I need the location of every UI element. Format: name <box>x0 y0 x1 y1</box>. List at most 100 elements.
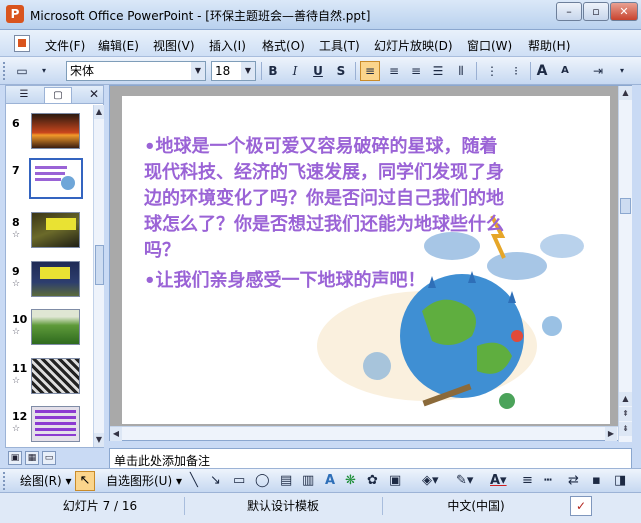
chevron-down-icon[interactable]: ▼ <box>241 62 255 80</box>
menu-view[interactable]: 视图(V) <box>153 37 195 54</box>
arrow-style-icon[interactable]: ⇄ <box>568 474 579 488</box>
minimize-button[interactable]: – <box>556 2 582 21</box>
animation-star-icon: ☆ <box>12 327 21 337</box>
underline-button[interactable]: U <box>308 61 328 81</box>
scroll-down-icon[interactable]: ▼ <box>94 433 104 447</box>
shadow-button[interactable]: S <box>331 61 351 81</box>
align-right-icon[interactable]: ≡ <box>406 61 426 81</box>
arrow-icon[interactable]: ↘ <box>210 474 221 488</box>
fill-color-icon[interactable]: ◈▾ <box>422 474 439 488</box>
window-title: Microsoft Office PowerPoint - [环保主题班会—善待… <box>30 9 371 23</box>
slide-editing-area: •地球是一个极可爱又容易破碎的星球，随着现代科技、经济的飞速发展，同学们发现了身… <box>109 85 632 441</box>
slide-thumbnail-8[interactable]: 8 ☆ <box>6 212 90 260</box>
normal-view-icon[interactable]: ▣ <box>8 451 22 465</box>
next-slide-icon[interactable]: ⇟ <box>619 422 632 436</box>
3d-style-icon[interactable]: ◨ <box>614 474 626 488</box>
menu-insert[interactable]: 插入(I) <box>209 37 246 54</box>
toolbar-grip[interactable] <box>3 472 6 490</box>
select-objects-icon[interactable]: ↖ <box>75 471 95 491</box>
spelling-check-icon[interactable]: ✓ <box>570 496 592 516</box>
align-left-icon[interactable]: ≡ <box>360 61 380 81</box>
document-icon[interactable] <box>14 35 30 52</box>
notes-pane[interactable]: 单击此处添加备注 <box>109 448 632 468</box>
font-size-select[interactable]: 18 ▼ <box>211 61 256 81</box>
textbox-icon[interactable]: ▤ <box>280 474 292 488</box>
column-icon[interactable]: ⫴ <box>451 61 471 81</box>
menu-edit[interactable]: 编辑(E) <box>98 37 139 54</box>
slides-pane-scrollbar[interactable]: ▲ ▼ <box>93 105 104 447</box>
scroll-up-icon[interactable]: ▲ <box>94 105 104 119</box>
slideshow-view-icon[interactable]: ▭ <box>42 451 56 465</box>
menu-tools[interactable]: 工具(T) <box>319 37 360 54</box>
menu-slideshow[interactable]: 幻灯片放映(D) <box>374 37 453 54</box>
new-document-icon[interactable]: ▭ <box>12 61 32 81</box>
font-name-select[interactable]: 宋体 ▼ <box>66 61 206 81</box>
draw-menu-button[interactable]: 绘图(R) ▾ <box>20 473 72 490</box>
toolbar-options-icon[interactable]: ▾ <box>612 61 632 81</box>
slide-thumbnail-6[interactable]: 6 <box>6 113 90 161</box>
scroll-thumb[interactable] <box>95 245 104 285</box>
scroll-thumb[interactable] <box>620 198 631 214</box>
scroll-up-icon[interactable]: ▲ <box>619 392 632 406</box>
status-bar: 幻灯片 7 / 16 默认设计模板 中文(中国) ✓ <box>0 492 641 523</box>
separator <box>355 62 356 80</box>
slide-body-text[interactable]: •地球是一个极可爱又容易破碎的星球，随着现代科技、经济的飞速发展，同学们发现了身… <box>144 134 504 294</box>
toolbar-grip[interactable] <box>3 62 6 80</box>
close-button[interactable]: ✕ <box>610 2 638 21</box>
font-color-icon[interactable]: A▾ <box>490 474 507 488</box>
toolbar-options-icon[interactable]: ▾ <box>34 61 54 81</box>
slide-thumbnail-9[interactable]: 9 ☆ <box>6 261 90 309</box>
line-color-icon[interactable]: ✎▾ <box>456 474 473 488</box>
pane-tabs: ☰ ▢ ✕ <box>6 86 103 104</box>
distributed-icon[interactable]: ☰ <box>428 61 448 81</box>
draw-label: 绘图(R) <box>20 474 62 488</box>
oval-icon[interactable]: ◯ <box>255 474 270 488</box>
bold-button[interactable]: B <box>263 61 283 81</box>
wordart-icon[interactable]: A <box>325 474 335 488</box>
diagram-icon[interactable]: ❋ <box>345 474 356 488</box>
slide-thumbnail-7[interactable]: 7 <box>6 158 90 208</box>
slides-tab-icon[interactable]: ▢ <box>44 87 72 103</box>
scroll-up-icon[interactable]: ▲ <box>619 86 632 100</box>
scroll-right-icon[interactable]: ▶ <box>605 427 617 441</box>
picture-icon[interactable]: ▣ <box>389 474 401 488</box>
shadow-style-icon[interactable]: ▪ <box>592 474 601 488</box>
line-icon[interactable]: ╲ <box>190 474 198 488</box>
menu-window[interactable]: 窗口(W) <box>467 37 512 54</box>
restore-button[interactable]: ▫ <box>583 2 609 21</box>
italic-button[interactable]: I <box>285 61 305 81</box>
chevron-down-icon[interactable]: ▼ <box>191 62 205 80</box>
slide-canvas[interactable]: •地球是一个极可爱又容易破碎的星球，随着现代科技、经济的飞速发展，同学们发现了身… <box>122 96 610 424</box>
scroll-left-icon[interactable]: ◀ <box>110 427 122 441</box>
menu-help[interactable]: 帮助(H) <box>528 37 570 54</box>
dash-style-icon[interactable]: ┅ <box>544 474 552 488</box>
menu-file[interactable]: 文件(F) <box>45 37 85 54</box>
vertical-textbox-icon[interactable]: ▥ <box>302 474 314 488</box>
numbering-icon[interactable]: ⋮ <box>482 61 502 81</box>
close-icon[interactable]: ✕ <box>89 87 99 101</box>
slide-paragraph-2[interactable]: •让我们亲身感受一下地球的声吧！ <box>144 268 504 294</box>
slide-image <box>31 358 80 394</box>
align-center-icon[interactable]: ≡ <box>384 61 404 81</box>
slide-thumbnail-10[interactable]: 10 ☆ <box>6 309 90 357</box>
slide-vertical-scrollbar[interactable]: ▲ ▲ ⇞ ⇟ <box>618 86 632 442</box>
notes-placeholder[interactable]: 单击此处添加备注 <box>114 452 210 469</box>
previous-slide-icon[interactable]: ⇞ <box>619 407 632 421</box>
line-style-icon[interactable]: ≡ <box>522 474 533 488</box>
increase-font-button[interactable]: A <box>532 61 552 81</box>
rectangle-icon[interactable]: ▭ <box>233 474 245 488</box>
autoshapes-menu-button[interactable]: 自选图形(U) ▾ <box>106 473 182 490</box>
slide-paragraph-1[interactable]: •地球是一个极可爱又容易破碎的星球，随着现代科技、经济的飞速发展，同学们发现了身… <box>144 134 504 264</box>
slide-sorter-view-icon[interactable]: ▦ <box>25 451 39 465</box>
slide-horizontal-scrollbar[interactable]: ◀ ▶ <box>110 426 618 441</box>
bullets-icon[interactable]: ⁝ <box>506 61 526 81</box>
slide-thumbnail-12[interactable]: 12 ☆ <box>6 406 90 454</box>
indent-icon[interactable]: ⇥ <box>588 61 608 81</box>
menu-format[interactable]: 格式(O) <box>262 37 305 54</box>
decrease-font-button[interactable]: A <box>555 61 575 81</box>
slide-thumbnail-11[interactable]: 11 ☆ <box>6 358 90 406</box>
outline-tab-icon[interactable]: ☰ <box>10 87 38 103</box>
slide-image <box>31 309 80 345</box>
slide-number: 12 <box>12 410 28 423</box>
clipart-icon[interactable]: ✿ <box>367 474 378 488</box>
